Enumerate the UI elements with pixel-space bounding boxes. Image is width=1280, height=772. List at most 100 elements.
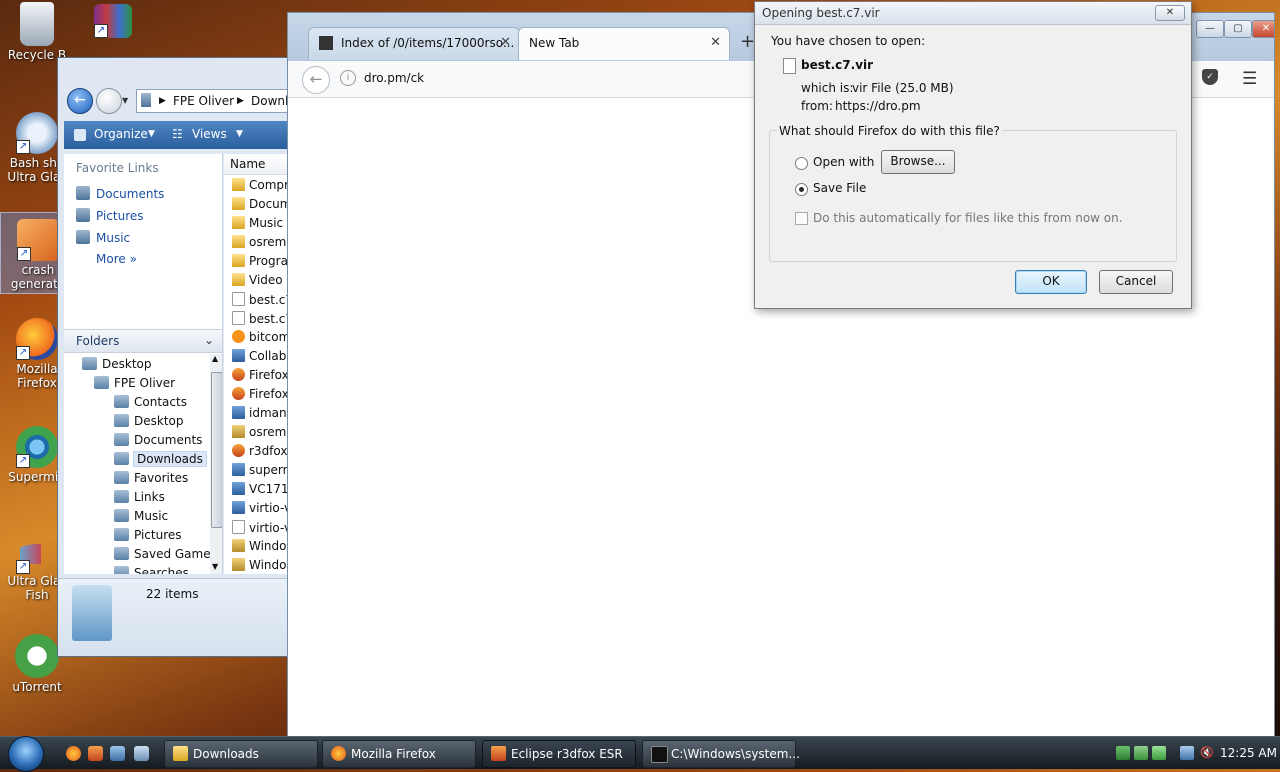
clock[interactable]: 12:25 AM (1220, 746, 1277, 760)
save-file-label[interactable]: Save File (813, 181, 866, 195)
file-icon (232, 387, 245, 400)
file-list-item[interactable]: best.c7 (232, 292, 290, 307)
file-list-item[interactable]: r3dfox_ (232, 444, 290, 458)
close-icon[interactable]: ✕ (1155, 5, 1185, 21)
file-list-item[interactable]: Firefox (232, 387, 289, 401)
volume-muted-icon[interactable]: 🔇 (1200, 746, 1214, 760)
file-list-item[interactable]: best.c7 (232, 311, 290, 326)
breadcrumb[interactable]: ▶ FPE Oliver ▶ Downl (136, 89, 290, 113)
close-icon[interactable]: ✕ (1252, 20, 1274, 38)
file-list-item[interactable]: virtio-v (232, 501, 290, 515)
open-with-label[interactable]: Open with (813, 155, 874, 169)
dialog-titlebar[interactable]: Opening best.c7.vir ✕ (755, 2, 1191, 25)
back-button[interactable]: ← (302, 66, 330, 94)
chevron-down-icon[interactable]: ▼ (122, 96, 128, 105)
breadcrumb-item[interactable]: Downl (251, 94, 288, 108)
auto-checkbox[interactable] (795, 212, 808, 225)
explorer-window[interactable]: ← ▼ ▶ FPE Oliver ▶ Downl Organize ▼ ☷ Vi… (57, 57, 291, 657)
scroll-down-icon[interactable]: ▼ (212, 562, 218, 571)
switch-windows-icon[interactable] (134, 746, 149, 761)
favorite-link-documents[interactable]: Documents (76, 186, 164, 201)
favorite-link-label: Documents (96, 187, 165, 201)
monitor-icon[interactable] (1180, 746, 1194, 760)
forward-button[interactable] (96, 88, 122, 114)
tree-item[interactable]: Saved Games (114, 547, 217, 561)
tree-item[interactable]: Desktop (114, 414, 184, 428)
file-list-item[interactable]: Firefox (232, 368, 289, 382)
ok-button[interactable]: OK (1015, 270, 1087, 294)
browse-button[interactable]: Browse... (881, 150, 955, 174)
file-list-item[interactable]: Progra (232, 254, 288, 268)
organize-button[interactable]: Organize (94, 127, 148, 141)
file-list-item[interactable]: Collabr (232, 349, 290, 363)
file-list-item[interactable]: Docum (232, 197, 290, 211)
views-button[interactable]: Views (192, 127, 227, 141)
folder-icon (114, 414, 129, 427)
taskbar-button-firefox[interactable]: Mozilla Firefox (322, 740, 476, 768)
file-list-item[interactable]: Windov (232, 539, 290, 553)
tree-item-label: Searches (134, 566, 189, 574)
tree-item[interactable]: FPE Oliver (94, 376, 175, 390)
folder-tree-scrollbar[interactable]: ▲ ▼ (210, 354, 222, 574)
maximize-icon[interactable]: ▢ (1224, 20, 1252, 38)
pocket-icon[interactable]: ✓ (1202, 69, 1218, 85)
file-list-item[interactable]: VC1719 (232, 482, 290, 496)
tree-item[interactable]: Favorites (114, 471, 188, 485)
start-button[interactable] (8, 736, 44, 772)
file-list-item[interactable]: idman (232, 406, 287, 420)
taskbar-button-downloads[interactable]: Downloads (164, 740, 318, 768)
tree-item[interactable]: Music (114, 509, 168, 523)
tab-new-tab[interactable]: New Tab ✕ (518, 27, 730, 60)
desktop-icon-winrar[interactable]: ↗ (76, 4, 150, 40)
tree-item[interactable]: Pictures (114, 528, 182, 542)
file-list-item[interactable]: Windov (232, 558, 290, 572)
save-file-radio[interactable] (795, 183, 808, 196)
scroll-up-icon[interactable]: ▲ (212, 354, 218, 363)
cancel-button[interactable]: Cancel (1099, 270, 1173, 294)
file-list-item[interactable]: superm (232, 463, 290, 477)
file-list-item[interactable]: virtio-v (232, 520, 290, 535)
minimize-icon[interactable]: — (1196, 20, 1224, 38)
file-list-item[interactable]: osremo (232, 425, 290, 439)
tree-item[interactable]: Contacts (114, 395, 187, 409)
auto-checkbox-label[interactable]: Do this automatically for files like thi… (813, 211, 1123, 225)
security-icon[interactable] (1152, 746, 1166, 760)
sync-icon[interactable] (1134, 746, 1148, 760)
tree-item[interactable]: Desktop (82, 357, 152, 371)
show-desktop-icon[interactable] (110, 746, 125, 761)
tab-index-of[interactable]: Index of /0/items/17000rso... ✕ (308, 27, 520, 60)
hamburger-menu-icon[interactable]: ☰ (1242, 69, 1257, 89)
favorite-link-pictures[interactable]: Pictures (76, 208, 144, 223)
tree-item[interactable]: Downloads (114, 451, 207, 467)
firefox-icon[interactable] (66, 746, 81, 761)
file-list-item[interactable]: Music (232, 216, 283, 230)
favorite-link-music[interactable]: Music (76, 230, 130, 245)
folder-icon (232, 178, 245, 191)
more-link[interactable]: More » (96, 252, 137, 266)
r3dfox-icon[interactable] (88, 746, 103, 761)
info-icon[interactable]: i (340, 70, 356, 86)
folders-header-bar[interactable]: Folders ⌄ (64, 329, 222, 353)
close-tab-icon[interactable]: ✕ (500, 35, 511, 50)
breadcrumb-item[interactable]: FPE Oliver (173, 94, 234, 108)
tree-item[interactable]: Documents (114, 433, 202, 447)
network-icon[interactable] (1116, 746, 1130, 760)
file-list-item[interactable]: Compr (232, 178, 289, 192)
tree-item[interactable]: Searches (114, 566, 189, 574)
new-tab-button[interactable]: + (740, 31, 755, 52)
tree-item[interactable]: Links (114, 490, 165, 504)
file-list-item[interactable]: bitcom (232, 330, 290, 344)
taskbar-button-r3dfox[interactable]: Eclipse r3dfox ESR (482, 740, 636, 768)
file-list-item[interactable]: Video (232, 273, 283, 287)
close-tab-icon[interactable]: ✕ (710, 35, 721, 50)
url-bar[interactable]: i dro.pm/ck (332, 68, 762, 90)
back-button[interactable]: ← (67, 88, 93, 114)
file-list-item[interactable]: osremo (232, 235, 290, 249)
more-label: More (96, 252, 126, 266)
taskbar-button-cmd[interactable]: C:\Windows\system... (642, 740, 800, 768)
column-header-name[interactable]: Name (224, 154, 290, 175)
open-with-radio[interactable] (795, 157, 808, 170)
file-name: Progra (249, 254, 288, 268)
desktop-icon-recycle-bin[interactable]: Recycle B (0, 2, 74, 62)
scrollbar-thumb[interactable] (211, 372, 222, 528)
